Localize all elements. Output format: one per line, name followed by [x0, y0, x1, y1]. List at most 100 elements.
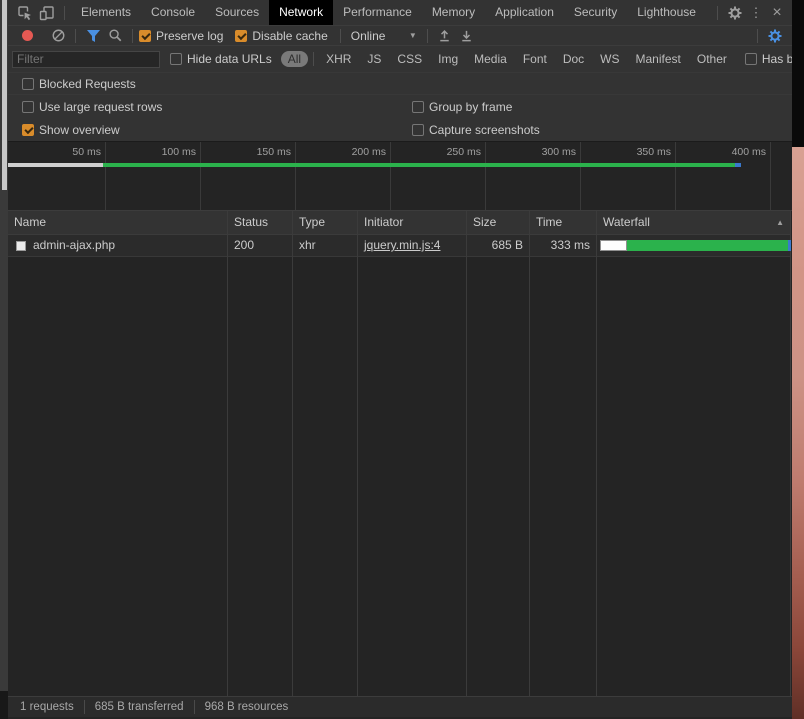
checkbox[interactable] [22, 124, 34, 136]
tab-sources[interactable]: Sources [205, 0, 269, 25]
device-toolbar-icon[interactable] [36, 2, 58, 24]
waterfall-download-bar [788, 240, 791, 251]
filter-funnel-icon[interactable] [82, 25, 104, 47]
initiator-link[interactable]: jquery.min.js:4 [364, 235, 440, 256]
resource-file-icon [16, 241, 26, 251]
request-time: 333 ms [530, 235, 596, 257]
overview-bar-download [735, 163, 741, 167]
column-header-initiator[interactable]: Initiator [358, 211, 466, 235]
record-network-log-button[interactable] [22, 30, 33, 41]
checkbox[interactable] [22, 78, 34, 90]
disable-cache-checkbox[interactable]: Disable cache [235, 29, 327, 43]
tab-memory[interactable]: Memory [422, 0, 485, 25]
use-large-request-rows-checkbox[interactable]: Use large request rows [22, 100, 162, 114]
sort-ascending-icon[interactable]: ▲ [776, 211, 784, 234]
request-size: 685 B [467, 235, 529, 257]
tab-application[interactable]: Application [485, 0, 564, 25]
checkbox[interactable] [170, 53, 182, 65]
tab-console[interactable]: Console [141, 0, 205, 25]
network-settings-gear-icon[interactable] [764, 25, 786, 47]
filter-type-js[interactable]: JS [360, 51, 388, 67]
page-scrollbar-thumb[interactable] [2, 0, 7, 190]
options-row-1: Use large request rows Group by frame [8, 95, 792, 118]
filter-type-doc[interactable]: Doc [556, 51, 591, 67]
throttling-dropdown[interactable]: Online ▼ [351, 29, 417, 43]
column-header-size[interactable]: Size [467, 211, 529, 235]
column-header-status[interactable]: Status [228, 211, 292, 235]
preserve-log-checkbox[interactable]: Preserve log [139, 29, 223, 43]
clear-network-log-icon[interactable] [47, 25, 69, 47]
column-header-time[interactable]: Time [530, 211, 596, 235]
filter-type-media[interactable]: Media [467, 51, 514, 67]
divider [75, 29, 76, 43]
options-row-2: Show overview Capture screenshots [8, 118, 792, 141]
column-waterfall: Waterfall ▲ [597, 211, 791, 696]
checkbox[interactable] [235, 30, 247, 42]
capture-screenshots-label: Capture screenshots [429, 123, 540, 137]
import-har-icon[interactable] [434, 25, 456, 47]
gridline [295, 142, 296, 210]
column-initiator: Initiator jquery.min.js:4 [358, 211, 467, 696]
tab-lighthouse[interactable]: Lighthouse [627, 0, 706, 25]
close-devtools-icon[interactable]: × [766, 4, 788, 22]
settings-gear-icon[interactable] [724, 2, 746, 24]
ruler-tick-250ms: 250 ms [419, 146, 481, 158]
request-name: admin-ajax.php [33, 235, 115, 256]
request-waterfall[interactable] [597, 235, 790, 257]
filter-type-all[interactable]: All [281, 51, 308, 67]
checkbox[interactable] [139, 30, 151, 42]
show-overview-checkbox[interactable]: Show overview [22, 123, 120, 137]
filter-type-xhr[interactable]: XHR [319, 51, 358, 67]
checkbox[interactable] [22, 101, 34, 113]
blocked-requests-label: Blocked Requests [39, 77, 136, 91]
column-header-name[interactable]: Name [8, 211, 227, 235]
more-options-icon[interactable]: ⋮ [746, 5, 766, 21]
divider [340, 29, 341, 43]
preserve-log-label: Preserve log [156, 29, 223, 43]
table-row[interactable]: admin-ajax.php [8, 235, 227, 257]
tab-network[interactable]: Network [269, 0, 333, 25]
filter-type-other[interactable]: Other [690, 51, 734, 67]
chevron-down-icon: ▼ [409, 31, 417, 40]
divider [64, 6, 65, 20]
inspect-element-icon[interactable] [14, 2, 36, 24]
export-har-icon[interactable] [456, 25, 478, 47]
gridline [200, 142, 201, 210]
screenshot-root: { "colors": { "accent_blue": "#4a90e2", … [0, 0, 804, 719]
divider [194, 700, 195, 714]
filter-type-ws[interactable]: WS [593, 51, 626, 67]
ruler-tick-400ms: 400 ms [704, 146, 766, 158]
network-toolbar: Preserve log Disable cache Online ▼ [8, 26, 792, 46]
column-name: Name admin-ajax.php [8, 211, 228, 696]
disable-cache-label: Disable cache [252, 29, 327, 43]
filter-input[interactable] [12, 51, 160, 68]
column-header-waterfall[interactable]: Waterfall ▲ [597, 211, 790, 235]
filter-type-font[interactable]: Font [516, 51, 554, 67]
filter-type-manifest[interactable]: Manifest [629, 51, 688, 67]
blocked-requests-checkbox[interactable]: Blocked Requests [22, 77, 136, 91]
hide-data-urls-label: Hide data URLs [187, 52, 272, 66]
filter-type-css[interactable]: CSS [390, 51, 429, 67]
tab-performance[interactable]: Performance [333, 0, 422, 25]
column-header-type[interactable]: Type [293, 211, 357, 235]
hide-data-urls-checkbox[interactable]: Hide data URLs [170, 52, 272, 66]
capture-screenshots-checkbox[interactable]: Capture screenshots [412, 123, 540, 137]
column-time: Time 333 ms [530, 211, 597, 696]
checkbox[interactable] [745, 53, 757, 65]
network-filterbar: Hide data URLs All XHR JS CSS Img Media … [8, 46, 792, 73]
checkbox[interactable] [412, 124, 424, 136]
search-icon[interactable] [104, 25, 126, 47]
tab-elements[interactable]: Elements [71, 0, 141, 25]
filter-type-img[interactable]: Img [431, 51, 465, 67]
checkbox[interactable] [412, 101, 424, 113]
tab-security[interactable]: Security [564, 0, 627, 25]
network-overview-timeline[interactable]: 50 ms 100 ms 150 ms 200 ms 250 ms 300 ms… [8, 141, 792, 211]
page-scrollbar-track[interactable] [0, 0, 8, 719]
column-type: Type xhr [293, 211, 358, 696]
group-by-frame-checkbox[interactable]: Group by frame [412, 100, 512, 114]
divider [313, 52, 314, 66]
request-type: xhr [293, 235, 357, 257]
waterfall-waiting-bar [627, 240, 788, 251]
request-status: 200 [228, 235, 292, 257]
gridline [485, 142, 486, 210]
